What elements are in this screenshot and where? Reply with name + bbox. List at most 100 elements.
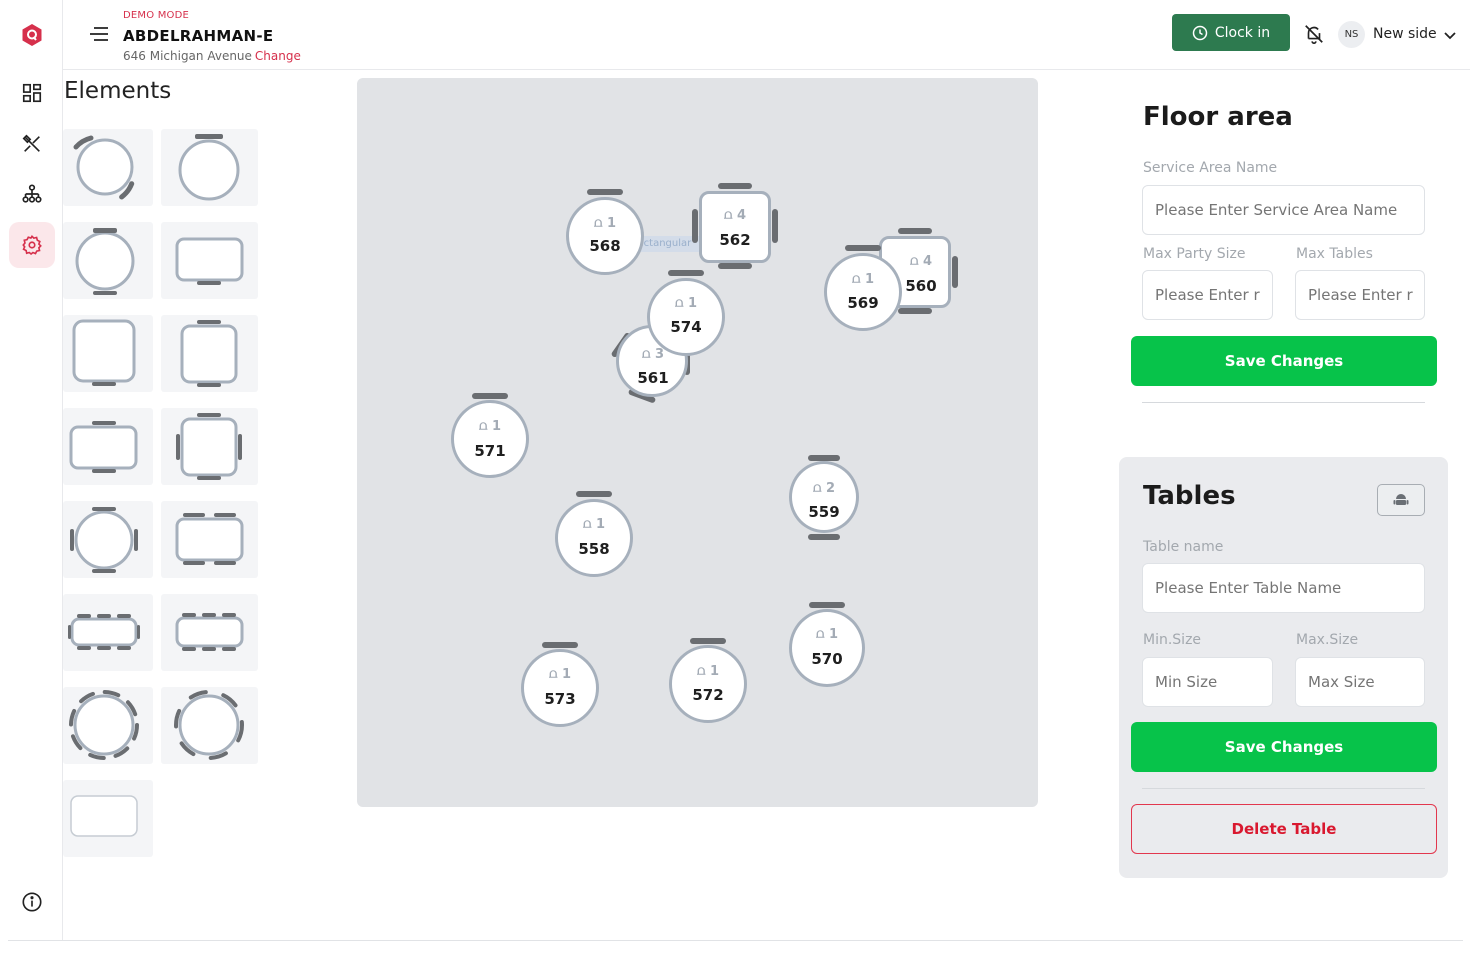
long-table-icon	[175, 613, 244, 651]
element-round-2-chairs[interactable]	[63, 222, 153, 299]
element-round-ring[interactable]	[63, 687, 153, 764]
table-name-input[interactable]	[1142, 563, 1425, 613]
table-569[interactable]: ⩍ 1 569	[823, 244, 903, 334]
element-round-ring-open[interactable]	[161, 687, 258, 764]
info-icon[interactable]	[21, 891, 43, 913]
table-seat-count: ⩍ 1	[565, 216, 645, 231]
element-rect-1-chair[interactable]	[161, 222, 258, 299]
table-name-label: 558	[578, 540, 610, 558]
service-area-input[interactable]	[1142, 185, 1425, 235]
element-square-2-chairs[interactable]	[161, 315, 258, 392]
table-seat-count: ⩍ 1	[788, 627, 866, 642]
element-long-rect-6-chairs[interactable]	[63, 594, 153, 671]
table-body	[789, 461, 859, 533]
table-seat-count: ⩍ 1	[450, 419, 530, 434]
clock-in-button[interactable]: Clock in	[1172, 14, 1290, 51]
table-count-label: 1	[595, 517, 606, 532]
table-body	[566, 197, 644, 275]
min-size-input[interactable]	[1142, 657, 1273, 707]
table-seat-count: ⩍ 1	[668, 664, 748, 679]
round-table-icon	[69, 690, 139, 760]
table-558[interactable]: ⩍ 1 558	[554, 489, 634, 579]
table-seat-count: ⩍ 1	[646, 296, 726, 311]
user-avatar[interactable]: NS	[1338, 21, 1365, 48]
max-size-label: Max.Size	[1296, 632, 1359, 648]
demo-mode-label: DEMO MODE	[123, 10, 190, 21]
table-body	[521, 649, 599, 727]
element-round-4-chairs[interactable]	[63, 501, 153, 578]
rect-table-icon	[175, 513, 244, 565]
chair	[542, 642, 578, 648]
chair	[845, 245, 881, 251]
element-square-1-chair[interactable]	[63, 315, 153, 392]
android-button[interactable]	[1377, 484, 1425, 516]
table-568[interactable]: ⩍ 1 568	[565, 186, 645, 278]
seat-icon: ⩍	[723, 208, 737, 223]
table-count-label: 4	[922, 254, 933, 269]
max-size-input[interactable]	[1295, 657, 1425, 707]
element-round-2-chairs-diag[interactable]	[63, 129, 153, 206]
table-574[interactable]: ⩍ 1 574	[646, 268, 726, 358]
table-573[interactable]: ⩍ 1 573	[520, 640, 600, 730]
floor-canvas[interactable]: Rectangular ⩍ 1 568 ⩍ 4 562 ⩍ 4 560 ⩍ 1 …	[357, 78, 1038, 807]
seat-icon: ⩍	[582, 517, 596, 532]
chair	[668, 270, 704, 276]
table-count-label: 1	[491, 419, 502, 434]
max-party-size-input[interactable]	[1142, 270, 1273, 320]
table-name-label: 573	[544, 690, 576, 708]
table-name-label: 559	[808, 503, 840, 521]
chevron-down-icon[interactable]	[1443, 28, 1457, 42]
element-rect-4-chairs[interactable]	[161, 501, 258, 578]
change-location-link[interactable]: Change	[255, 49, 301, 63]
table-name-label: 574	[670, 318, 702, 336]
element-plain-rect[interactable]	[63, 780, 153, 857]
seat-icon: ⩍	[815, 627, 829, 642]
hamburger-menu-icon[interactable]	[88, 24, 110, 44]
sidebar-item-settings[interactable]	[9, 222, 55, 268]
max-party-size-label: Max Party Size	[1143, 246, 1246, 262]
table-count-label: 1	[828, 627, 839, 642]
table-count-label: 1	[687, 296, 698, 311]
tables-panel: Tables Table name Min.Size Max.Size Save…	[1119, 457, 1448, 878]
sidebar-item-menu[interactable]	[9, 121, 55, 167]
table-name-label: 571	[474, 442, 506, 460]
chair	[587, 189, 623, 195]
elements-title: Elements	[64, 78, 172, 104]
table-572[interactable]: ⩍ 1 572	[668, 636, 748, 726]
sidebar-item-dashboard[interactable]	[9, 70, 55, 116]
table-name-label: 562	[719, 231, 751, 249]
chair	[898, 228, 932, 234]
app-logo-icon[interactable]	[20, 23, 44, 47]
long-table-icon	[68, 614, 140, 650]
element-square-4-chairs[interactable]	[161, 408, 258, 485]
max-tables-input[interactable]	[1295, 270, 1425, 320]
round-table-icon	[73, 135, 135, 200]
utensils-icon	[22, 134, 40, 152]
sidebar-item-organization[interactable]	[9, 171, 55, 217]
floor-save-changes-button[interactable]: Save Changes	[1131, 336, 1437, 386]
restaurant-address: 646 Michigan Avenue Change	[123, 49, 301, 63]
chair	[472, 393, 508, 399]
user-name[interactable]: New side	[1373, 26, 1437, 42]
rect-table-icon	[175, 237, 244, 285]
android-icon	[1393, 494, 1409, 505]
table-571[interactable]: ⩍ 1 571	[450, 391, 530, 481]
element-long-rect-6-chairs-b[interactable]	[161, 594, 258, 671]
seat-icon: ⩍	[812, 481, 826, 496]
table-body	[669, 645, 747, 723]
address-text: 646 Michigan Avenue	[123, 49, 252, 63]
delete-table-button[interactable]: Delete Table	[1131, 804, 1437, 854]
table-body	[699, 191, 771, 263]
element-round-1-chair[interactable]	[161, 129, 258, 206]
table-562[interactable]: ⩍ 4 562	[690, 183, 780, 271]
square-table-icon	[176, 413, 242, 480]
element-rect-2-chairs[interactable]	[63, 408, 153, 485]
table-570[interactable]: ⩍ 1 570	[788, 600, 866, 690]
divider	[1142, 788, 1425, 789]
seat-icon: ⩍	[674, 296, 688, 311]
notifications-off-icon[interactable]	[1303, 23, 1325, 45]
table-count-label: 1	[709, 664, 720, 679]
table-559[interactable]: ⩍ 2 559	[788, 453, 860, 543]
table-name-field-label: Table name	[1143, 539, 1224, 555]
tables-save-changes-button[interactable]: Save Changes	[1131, 722, 1437, 772]
